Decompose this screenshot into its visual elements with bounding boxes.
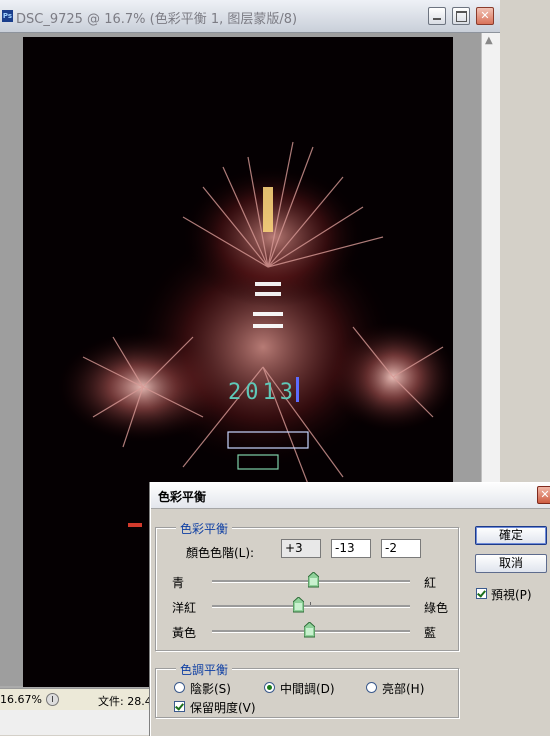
yellow-blue-level-input[interactable]: -2: [381, 539, 421, 558]
tone-balance-group-label: 色調平衡: [176, 661, 233, 678]
status-info-icon[interactable]: [46, 693, 59, 706]
close-button[interactable]: ✕: [476, 7, 494, 25]
maximize-button[interactable]: [452, 7, 470, 25]
cyan-red-slider-thumb[interactable]: [308, 572, 320, 588]
yellow-blue-slider-thumb[interactable]: [303, 622, 315, 638]
zoom-level[interactable]: 16.67%: [0, 693, 42, 706]
horizontal-scrollbar[interactable]: [0, 710, 150, 735]
green-label: 綠色: [424, 601, 449, 615]
slider-thumb-icon: [308, 572, 320, 588]
slider-thumb-icon: [303, 622, 315, 638]
cyan-red-level-input[interactable]: +3: [281, 539, 321, 558]
dialog-title: 色彩平衡: [158, 490, 207, 504]
preserve-luminosity-label[interactable]: 保留明度(V): [190, 699, 256, 716]
shadows-radio[interactable]: [174, 682, 185, 693]
shadows-label[interactable]: 陰影(S): [190, 680, 231, 697]
maximize-icon: [456, 11, 467, 22]
close-icon: ✕: [540, 488, 550, 501]
preserve-luminosity-checkbox[interactable]: [174, 701, 185, 712]
blue-label: 藍: [424, 626, 437, 640]
file-size-info: 文件: 28.4: [98, 695, 152, 708]
cyan-label: 青: [172, 576, 185, 590]
magenta-green-slider-thumb[interactable]: [292, 597, 304, 613]
display-year-text: 2013: [228, 380, 297, 405]
magenta-green-slider[interactable]: [212, 602, 410, 608]
yellow-label: 黃色: [172, 626, 197, 640]
cancel-button[interactable]: 取消: [475, 554, 547, 573]
dialog-title-bar[interactable]: 色彩平衡: [151, 483, 550, 509]
ok-button[interactable]: 確定: [475, 526, 547, 545]
document-title-bar[interactable]: Ps DSC_9725 @ 16.7% (色彩平衡 1, 图层蒙版/8) ✕: [0, 0, 500, 33]
magenta-green-level-input[interactable]: -13: [331, 539, 371, 558]
scroll-up-icon[interactable]: ▲: [485, 35, 493, 46]
status-bar: 16.67% 文件: 28.4: [0, 688, 152, 711]
color-levels-label: 顏色色階(L):: [186, 546, 255, 560]
photoshop-app-icon: Ps: [2, 10, 13, 22]
highlights-label[interactable]: 亮部(H): [382, 680, 424, 697]
magenta-label: 洋紅: [172, 601, 197, 615]
red-label: 紅: [424, 576, 437, 590]
color-balance-group-label: 色彩平衡: [176, 520, 233, 537]
minimize-button[interactable]: [428, 7, 446, 25]
minimize-icon: [433, 18, 441, 20]
tone-balance-group: 色調平衡 陰影(S) 中間調(D) 亮部(H) 保留明度(V): [155, 661, 459, 718]
midtones-radio[interactable]: [264, 682, 275, 693]
slider-thumb-icon: [292, 597, 304, 613]
preview-checkbox[interactable]: [476, 588, 487, 599]
color-balance-group: 色彩平衡 顏色色階(L): +3 -13 -2 青 紅 洋紅 綠色 黃色 藍: [155, 520, 459, 651]
close-icon: ✕: [480, 9, 490, 22]
highlights-radio[interactable]: [366, 682, 377, 693]
midtones-label[interactable]: 中間調(D): [280, 680, 335, 697]
dialog-close-button[interactable]: ✕: [537, 486, 550, 504]
color-balance-dialog: 色彩平衡 ✕ 色彩平衡 顏色色階(L): +3 -13 -2 青 紅 洋紅 綠色…: [150, 482, 550, 736]
document-title: DSC_9725 @ 16.7% (色彩平衡 1, 图层蒙版/8): [16, 12, 298, 27]
preview-label[interactable]: 預視(P): [491, 586, 532, 603]
